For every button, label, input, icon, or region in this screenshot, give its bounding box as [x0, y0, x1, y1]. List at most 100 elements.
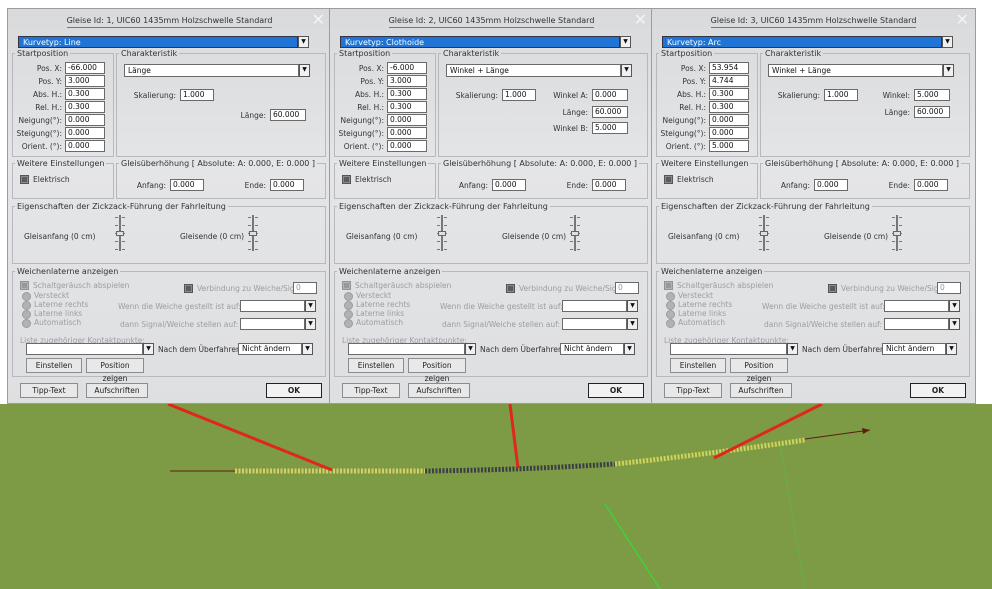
aufschriften-button[interactable]: Aufschriften — [730, 383, 792, 398]
startposition-field-input[interactable]: 0.300 — [709, 88, 749, 100]
chevron-down-icon[interactable]: ▼ — [299, 64, 310, 77]
chevron-down-icon[interactable]: ▼ — [949, 300, 960, 312]
startposition-field-input[interactable]: 3.000 — [387, 75, 427, 87]
schaltgeraeusch-checkbox[interactable] — [342, 281, 351, 290]
gleisende-slider[interactable] — [570, 215, 580, 251]
dann-select[interactable] — [884, 318, 949, 330]
ende-input[interactable]: 0.000 — [270, 179, 304, 191]
chevron-down-icon[interactable]: ▼ — [949, 318, 960, 330]
gleisanfang-slider[interactable] — [759, 215, 769, 251]
charakteristik-param-input[interactable]: 60.000 — [592, 106, 628, 118]
ok-button[interactable]: OK — [910, 383, 966, 398]
startposition-field-input[interactable]: 0.300 — [709, 101, 749, 113]
ok-button[interactable]: OK — [588, 383, 644, 398]
close-icon[interactable]: ✕ — [634, 12, 647, 28]
startposition-field-input[interactable]: 0.000 — [709, 127, 749, 139]
schaltgeraeusch-checkbox[interactable] — [20, 281, 29, 290]
startposition-field-input[interactable]: 0.000 — [387, 140, 427, 152]
startposition-field-input[interactable]: 0.300 — [387, 88, 427, 100]
wenn-select[interactable] — [884, 300, 949, 312]
position-zeigen-button[interactable]: Position zeigen — [730, 358, 788, 383]
ende-input[interactable]: 0.000 — [914, 179, 948, 191]
startposition-field-input[interactable]: -6.000 — [387, 62, 427, 74]
einstellen-button[interactable]: Einstellen — [670, 358, 726, 373]
startposition-field-input[interactable]: 4.744 — [709, 75, 749, 87]
einstellen-button[interactable]: Einstellen — [26, 358, 82, 373]
laterne-radio[interactable] — [22, 292, 31, 301]
chevron-down-icon[interactable]: ▼ — [942, 36, 953, 48]
nach-select[interactable]: Nicht ändern — [560, 343, 624, 355]
close-icon[interactable]: ✕ — [956, 12, 969, 28]
tipp-text-button[interactable]: Tipp-Text — [342, 383, 400, 398]
curve-type-select[interactable]: Kurvetyp: Arc — [662, 36, 942, 48]
chevron-down-icon[interactable]: ▼ — [620, 36, 631, 48]
startposition-field-input[interactable]: 0.000 — [387, 114, 427, 126]
dann-select[interactable] — [562, 318, 627, 330]
laterne-radio[interactable] — [22, 319, 31, 328]
laterne-radio[interactable] — [666, 301, 675, 310]
charakteristik-param-input[interactable]: 60.000 — [270, 109, 306, 121]
gleisende-slider[interactable] — [892, 215, 902, 251]
einstellen-button[interactable]: Einstellen — [348, 358, 404, 373]
verbindung-checkbox[interactable] — [828, 284, 837, 293]
verbindung-input[interactable]: 0 — [615, 282, 639, 294]
laterne-radio[interactable] — [666, 292, 675, 301]
charakteristik-param-input[interactable]: 0.000 — [592, 89, 628, 101]
laterne-radio[interactable] — [344, 301, 353, 310]
laterne-radio[interactable] — [666, 319, 675, 328]
startposition-field-input[interactable]: 0.000 — [387, 127, 427, 139]
startposition-field-input[interactable]: 0.000 — [709, 114, 749, 126]
ende-input[interactable]: 0.000 — [592, 179, 626, 191]
laterne-radio[interactable] — [666, 310, 675, 319]
wenn-select[interactable] — [562, 300, 627, 312]
chevron-down-icon[interactable]: ▼ — [465, 343, 476, 355]
verbindung-checkbox[interactable] — [184, 284, 193, 293]
charakteristik-param-input[interactable]: 5.000 — [914, 89, 950, 101]
charakteristik-select[interactable]: Winkel + Länge — [768, 64, 943, 77]
startposition-field-input[interactable]: 0.000 — [65, 114, 105, 126]
aufschriften-button[interactable]: Aufschriften — [408, 383, 470, 398]
gleisanfang-slider[interactable] — [437, 215, 447, 251]
skalierung-input[interactable]: 1.000 — [180, 89, 214, 101]
charakteristik-param-input[interactable]: 60.000 — [914, 106, 950, 118]
tipp-text-button[interactable]: Tipp-Text — [664, 383, 722, 398]
wenn-select[interactable] — [240, 300, 305, 312]
kontakt-select[interactable] — [348, 343, 465, 355]
startposition-field-input[interactable]: -66.000 — [65, 62, 105, 74]
nach-select[interactable]: Nicht ändern — [238, 343, 302, 355]
anfang-input[interactable]: 0.000 — [170, 179, 204, 191]
curve-type-select[interactable]: Kurvetyp: Clothoide — [340, 36, 620, 48]
startposition-field-input[interactable]: 5.000 — [709, 140, 749, 152]
chevron-down-icon[interactable]: ▼ — [143, 343, 154, 355]
verbindung-checkbox[interactable] — [506, 284, 515, 293]
dann-select[interactable] — [240, 318, 305, 330]
laterne-radio[interactable] — [22, 301, 31, 310]
aufschriften-button[interactable]: Aufschriften — [86, 383, 148, 398]
chevron-down-icon[interactable]: ▼ — [305, 318, 316, 330]
close-icon[interactable]: ✕ — [312, 12, 325, 28]
chevron-down-icon[interactable]: ▼ — [627, 300, 638, 312]
schaltgeraeusch-checkbox[interactable] — [664, 281, 673, 290]
chevron-down-icon[interactable]: ▼ — [787, 343, 798, 355]
chevron-down-icon[interactable]: ▼ — [624, 343, 635, 355]
laterne-radio[interactable] — [22, 310, 31, 319]
gleisende-slider[interactable] — [248, 215, 258, 251]
chevron-down-icon[interactable]: ▼ — [302, 343, 313, 355]
ok-button[interactable]: OK — [266, 383, 322, 398]
charakteristik-param-input[interactable]: 5.000 — [592, 122, 628, 134]
startposition-field-input[interactable]: 0.300 — [65, 88, 105, 100]
elektrisch-checkbox[interactable] — [664, 175, 673, 184]
anfang-input[interactable]: 0.000 — [814, 179, 848, 191]
kontakt-select[interactable] — [670, 343, 787, 355]
chevron-down-icon[interactable]: ▼ — [298, 36, 309, 48]
charakteristik-select[interactable]: Winkel + Länge — [446, 64, 621, 77]
laterne-radio[interactable] — [344, 310, 353, 319]
anfang-input[interactable]: 0.000 — [492, 179, 526, 191]
chevron-down-icon[interactable]: ▼ — [621, 64, 632, 77]
position-zeigen-button[interactable]: Position zeigen — [86, 358, 144, 383]
startposition-field-input[interactable]: 0.000 — [65, 127, 105, 139]
elektrisch-checkbox[interactable] — [342, 175, 351, 184]
gleisanfang-slider[interactable] — [115, 215, 125, 251]
startposition-field-input[interactable]: 0.000 — [65, 140, 105, 152]
startposition-field-input[interactable]: 53.954 — [709, 62, 749, 74]
